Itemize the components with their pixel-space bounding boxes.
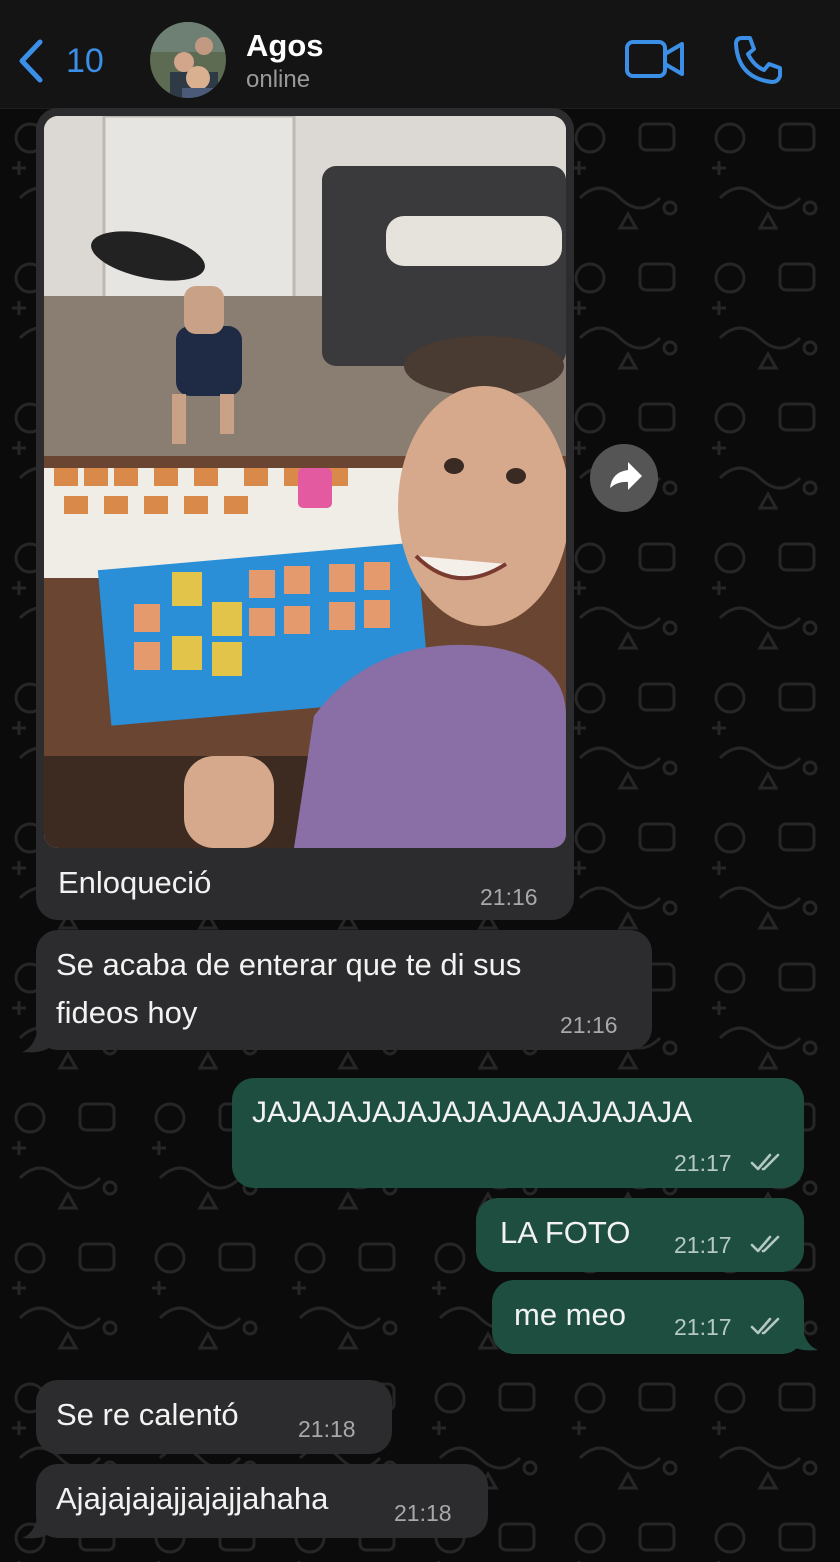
forward-icon [610, 462, 642, 490]
text-message[interactable]: me meo 21:17 [492, 1280, 804, 1354]
message-text: LA FOTO [500, 1215, 631, 1250]
message-text: JAJAJAJAJAJAJAJAAJAJAJAJA [252, 1096, 693, 1129]
contact-name[interactable]: Agos [246, 28, 324, 64]
message-time: 21:17 [674, 1314, 732, 1340]
chevron-left-icon [19, 39, 43, 83]
message-time: 21:18 [394, 1500, 452, 1526]
video-camera-icon [625, 40, 684, 78]
double-check-icon [750, 1235, 780, 1253]
forward-button[interactable] [590, 444, 658, 512]
message-text: Ajajajajajjajajjahaha [56, 1481, 329, 1516]
contact-status: online [246, 66, 311, 93]
phone-icon [734, 36, 782, 84]
message-time: 21:16 [480, 884, 538, 910]
unread-count: 10 [66, 42, 104, 80]
image-message[interactable]: Enloqueció 21:16 [36, 108, 574, 920]
chat-header: 10 Agos online [0, 0, 840, 109]
message-text: Se re calentó [56, 1397, 239, 1432]
text-message[interactable]: JAJAJAJAJAJAJAJAAJAJAJAJA 21:17 [232, 1078, 804, 1188]
message-text: Se acaba de enterar que te di sus [56, 947, 522, 982]
double-check-icon [750, 1317, 780, 1335]
message-time: 21:16 [560, 1012, 618, 1038]
video-call-button[interactable] [624, 36, 686, 82]
text-message[interactable]: Ajajajajajjajajjahaha 21:18 [36, 1464, 488, 1538]
message-text: fideos hoy [56, 995, 198, 1030]
message-time: 21:18 [298, 1416, 356, 1442]
text-message[interactable]: LA FOTO 21:17 [476, 1198, 804, 1272]
text-message[interactable]: Se re calentó 21:18 [36, 1380, 392, 1454]
message-caption: Enloqueció [58, 865, 212, 900]
shared-photo[interactable] [44, 116, 566, 848]
text-message[interactable]: Se acaba de enterar que te di sus fideos… [36, 930, 652, 1050]
voice-call-button[interactable] [732, 34, 784, 84]
message-time: 21:17 [674, 1150, 732, 1176]
back-button[interactable]: 10 [16, 36, 136, 86]
double-check-icon [750, 1153, 780, 1171]
message-time: 21:17 [674, 1232, 732, 1258]
avatar[interactable] [150, 22, 226, 98]
message-text: me meo [514, 1297, 626, 1332]
